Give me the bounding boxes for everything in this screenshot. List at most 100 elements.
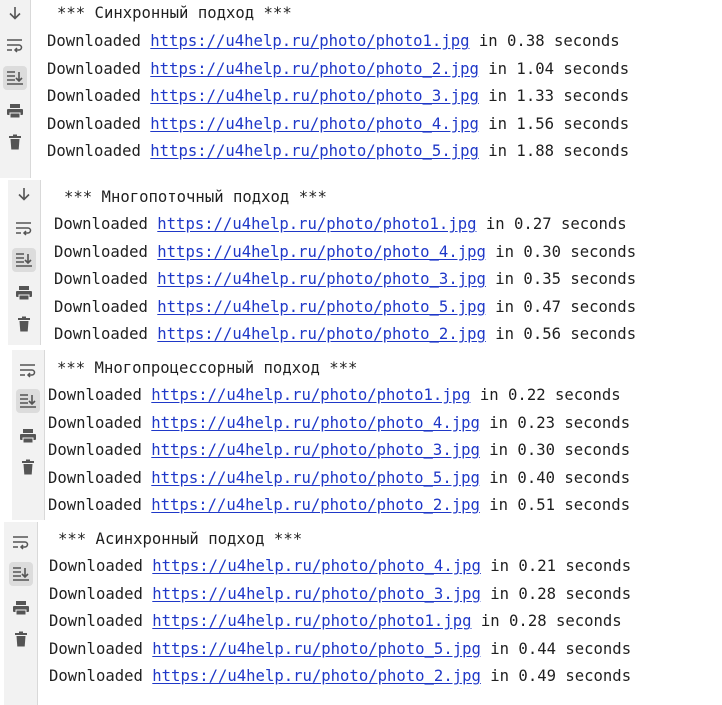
download-time: in 1.56 seconds [478,114,630,133]
trash-icon[interactable] [16,455,40,479]
download-time: in 0.56 seconds [485,325,637,343]
download-time: in 0.40 seconds [479,468,631,487]
line-prefix: Downloaded [47,87,151,105]
console-line: Downloaded https://u4help.ru/photo/photo… [49,557,631,575]
download-url-link[interactable]: https://u4help.ru/photo/photo_3.jpg [157,270,486,288]
soft-wrap-icon[interactable] [3,33,27,57]
download-url-link[interactable]: https://u4help.ru/photo/photo_5.jpg [157,298,486,316]
section-header: *** Асинхронный подход *** [58,530,303,548]
line-prefix: Downloaded [54,297,158,316]
download-url-link[interactable]: https://u4help.ru/photo/photo_5.jpg [151,469,480,487]
trash-icon[interactable] [9,627,33,651]
line-prefix: Downloaded [54,242,158,261]
trash-icon[interactable] [3,130,27,154]
download-url-link[interactable]: https://u4help.ru/photo/photo_2.jpg [150,60,479,78]
download-url-link[interactable]: https://u4help.ru/photo/photo_4.jpg [151,414,480,432]
download-url-link[interactable]: https://u4help.ru/photo/photo_5.jpg [150,142,479,160]
scroll-to-end-icon[interactable] [3,66,27,90]
download-time: in 0.28 seconds [480,584,632,603]
line-prefix: Downloaded [48,468,152,487]
line-prefix: Downloaded [48,496,152,514]
line-prefix: Downloaded [54,325,158,343]
line-prefix: Downloaded [48,413,152,432]
download-time: in 0.30 seconds [479,441,631,459]
console-line: Downloaded https://u4help.ru/photo/photo… [48,469,630,487]
console-panel: *** Многопроцессорный подход *** Download… [12,350,722,520]
download-time: in 0.21 seconds [480,557,632,575]
print-icon[interactable] [9,596,33,620]
line-prefix: Downloaded [47,59,151,78]
console-line: Downloaded https://u4help.ru/photo/photo… [48,414,630,432]
console-toolbar [8,180,41,345]
download-time: in 0.38 seconds [469,32,620,50]
download-url-link[interactable]: https://u4help.ru/photo/photo_2.jpg [157,325,486,343]
console-line: Downloaded https://u4help.ru/photo/photo… [47,32,620,50]
console-line: Downloaded https://u4help.ru/photo/photo… [47,115,629,133]
line-prefix: Downloaded [49,612,153,630]
download-time: in 0.44 seconds [480,639,632,658]
console-line: Downloaded https://u4help.ru/photo/photo… [54,243,636,261]
line-prefix: Downloaded [49,557,153,575]
console-toolbar [12,350,45,520]
scroll-to-end-icon[interactable] [16,389,40,413]
download-url-link[interactable]: https://u4help.ru/photo/photo_2.jpg [151,496,480,514]
download-url-link[interactable]: https://u4help.ru/photo/photo_4.jpg [150,115,479,133]
soft-wrap-icon[interactable] [16,358,40,382]
console-toolbar [0,0,31,178]
line-prefix: Downloaded [49,639,153,658]
download-url-link[interactable]: https://u4help.ru/photo/photo_3.jpg [151,441,480,459]
line-prefix: Downloaded [48,386,152,404]
line-prefix: Downloaded [54,215,158,233]
console-panel: *** Многопоточный подход *** Downloaded h… [8,180,722,345]
download-time: in 0.35 seconds [485,270,637,288]
download-time: in 0.47 seconds [485,297,637,316]
soft-wrap-icon[interactable] [9,530,33,554]
download-time: in 0.51 seconds [479,496,631,514]
download-time: in 0.22 seconds [470,386,621,404]
download-url-link[interactable]: https://u4help.ru/photo/photo_4.jpg [157,243,486,261]
scroll-to-end-icon[interactable] [12,248,36,272]
download-url-link[interactable]: https://u4help.ru/photo/photo1.jpg [157,215,476,233]
line-prefix: Downloaded [47,142,151,160]
download-url-link[interactable]: https://u4help.ru/photo/photo1.jpg [150,32,469,50]
arrow-down-icon[interactable] [3,1,27,25]
trash-icon[interactable] [12,312,36,336]
scroll-to-end-icon[interactable] [9,562,33,586]
section-header: *** Многопоточный подход *** [64,188,327,206]
console-line: Downloaded https://u4help.ru/photo/photo… [54,298,636,316]
line-prefix: Downloaded [48,441,152,459]
download-time: in 0.30 seconds [485,242,637,261]
line-prefix: Downloaded [47,114,151,133]
arrow-down-icon[interactable] [12,182,36,206]
console-line: Downloaded https://u4help.ru/photo/photo… [49,640,631,658]
download-url-link[interactable]: https://u4help.ru/photo/photo1.jpg [151,386,470,404]
line-prefix: Downloaded [49,667,153,685]
print-icon[interactable] [3,99,27,123]
print-icon[interactable] [16,424,40,448]
console-line: Downloaded https://u4help.ru/photo/photo… [54,270,636,288]
console-line: Downloaded https://u4help.ru/photo/photo… [49,585,631,603]
soft-wrap-icon[interactable] [12,216,36,240]
download-time: in 1.88 seconds [478,142,630,160]
section-header: *** Многопроцессорный подход *** [57,359,358,377]
download-url-link[interactable]: https://u4help.ru/photo/photo_3.jpg [152,585,481,603]
line-prefix: Downloaded [49,584,153,603]
console-line: Downloaded https://u4help.ru/photo/photo… [48,441,630,459]
download-url-link[interactable]: https://u4help.ru/photo/photo_3.jpg [150,87,479,105]
print-icon[interactable] [12,281,36,305]
console-panel: *** Синхронный подход *** Downloaded http… [0,0,722,178]
download-url-link[interactable]: https://u4help.ru/photo/photo_4.jpg [152,557,481,575]
console-panel: *** Асинхронный подход *** Downloaded htt… [4,522,722,705]
section-header: *** Синхронный подход *** [57,4,292,22]
line-prefix: Downloaded [47,32,151,50]
download-url-link[interactable]: https://u4help.ru/photo/photo_5.jpg [152,640,481,658]
download-time: in 1.04 seconds [478,59,630,78]
console-line: Downloaded https://u4help.ru/photo/photo… [49,667,631,685]
console-line: Downloaded https://u4help.ru/photo/photo… [47,60,629,78]
download-time: in 0.49 seconds [480,667,632,685]
download-time: in 0.28 seconds [471,612,622,630]
download-url-link[interactable]: https://u4help.ru/photo/photo1.jpg [152,612,471,630]
console-line: Downloaded https://u4help.ru/photo/photo… [54,215,627,233]
console-line: Downloaded https://u4help.ru/photo/photo… [48,496,630,514]
download-url-link[interactable]: https://u4help.ru/photo/photo_2.jpg [152,667,481,685]
